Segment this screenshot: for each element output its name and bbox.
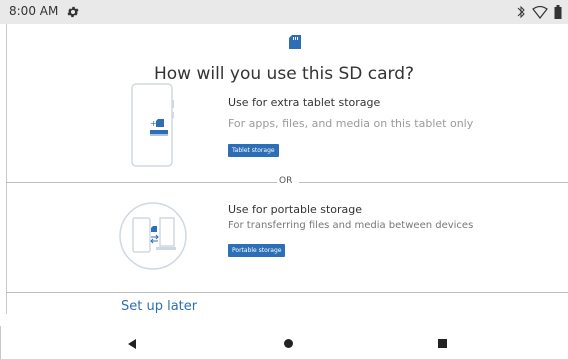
gear-icon <box>67 6 79 18</box>
page-title: How will you use this SD card? <box>153 64 415 84</box>
portable-storage-button[interactable]: Portable storage <box>228 244 286 257</box>
option-extra-storage-description: For apps, files, and media on this table… <box>228 117 474 130</box>
divider-left <box>6 182 277 183</box>
option-extra-storage-title: Use for extra tablet storage <box>228 96 381 109</box>
option-portable-storage-description: For transferring files and media between… <box>228 220 474 231</box>
tablet-storage-button[interactable]: Tablet storage <box>228 144 279 157</box>
option-portable-storage-title: Use for portable storage <box>228 203 363 216</box>
bluetooth-icon <box>517 5 525 19</box>
status-icons <box>516 5 562 19</box>
portable-storage-illustration <box>119 202 187 270</box>
status-time: 8:00 AM <box>9 4 59 18</box>
sd-card-icon <box>289 35 301 49</box>
home-icon[interactable] <box>284 339 293 348</box>
nav-edge <box>0 326 7 359</box>
divider-right <box>299 182 568 183</box>
svg-text:+: + <box>150 119 157 128</box>
tablet-storage-illustration: + <box>131 83 174 167</box>
or-label: OR <box>279 176 293 186</box>
status-bar: 8:00 AM <box>0 0 568 24</box>
bottom-divider <box>6 292 568 293</box>
set-up-later-link[interactable]: Set up later <box>121 299 197 314</box>
battery-icon <box>554 5 562 19</box>
back-icon[interactable] <box>128 339 136 349</box>
recents-icon[interactable] <box>438 339 447 348</box>
wifi-icon <box>532 5 548 19</box>
